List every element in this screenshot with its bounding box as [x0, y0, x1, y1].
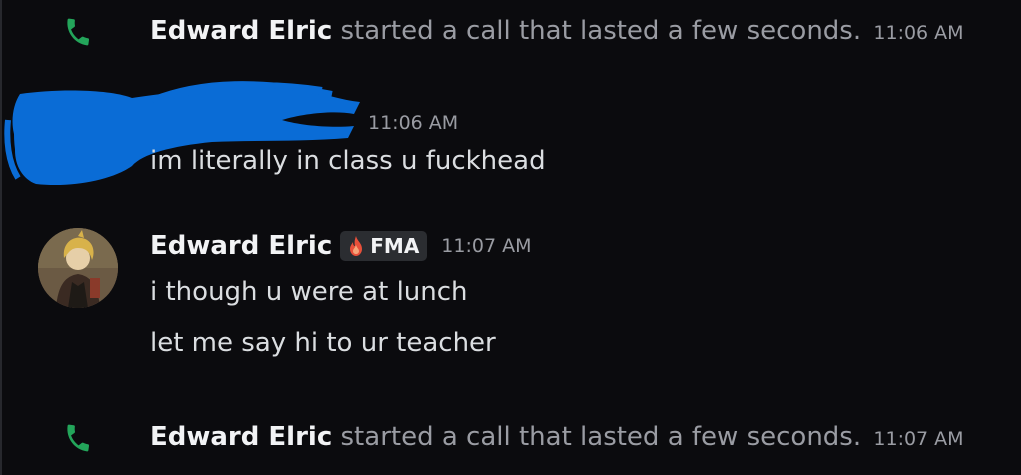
- call-author-name[interactable]: Edward Elric: [150, 16, 332, 46]
- call-system-message: Edward Elric started a call that lasted …: [2, 414, 1021, 454]
- server-tag[interactable]: FMA: [340, 231, 428, 261]
- phone-icon: [67, 18, 90, 46]
- message-timestamp[interactable]: 11:07 AM: [873, 428, 963, 450]
- author-name[interactable]: Edward Elric: [150, 231, 332, 261]
- call-system-message: Edward Elric started a call that lasted …: [2, 8, 1021, 48]
- phone-icon: [67, 424, 90, 452]
- call-author-name[interactable]: Edward Elric: [150, 422, 332, 452]
- flame-icon: [350, 236, 363, 256]
- call-description: started a call that lasted a few seconds…: [340, 422, 862, 452]
- message-content: let me say hi to ur teacher: [150, 328, 496, 358]
- server-tag-label: FMA: [370, 234, 420, 258]
- message-timestamp[interactable]: 11:06 AM: [368, 106, 458, 140]
- message-content: im literally in class u fuckhead: [150, 146, 546, 176]
- chat-log: Edward Elric started a call that lasted …: [0, 0, 1021, 475]
- avatar[interactable]: [38, 228, 118, 308]
- avatar-image: [38, 228, 118, 308]
- message-timestamp[interactable]: 11:06 AM: [873, 22, 963, 44]
- message-header: Edward Elric FMA 11:07 AM: [150, 228, 531, 264]
- message-content: i though u were at lunch: [150, 277, 468, 307]
- message-timestamp[interactable]: 11:07 AM: [441, 235, 531, 257]
- call-description: started a call that lasted a few seconds…: [340, 16, 862, 46]
